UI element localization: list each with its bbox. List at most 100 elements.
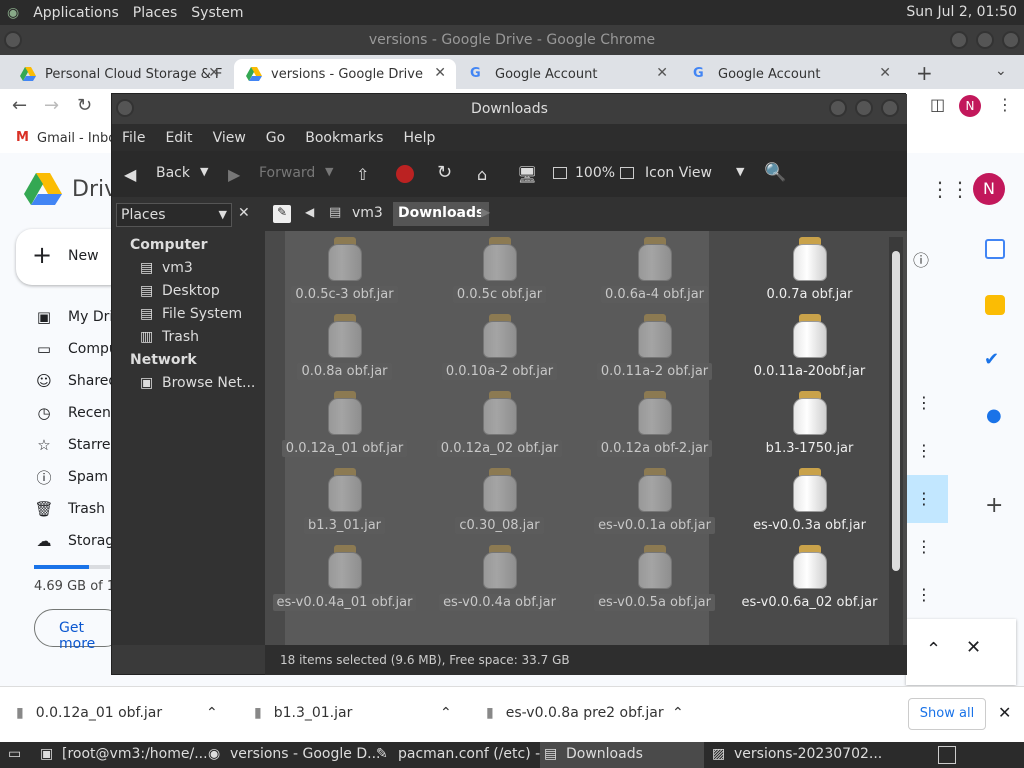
- back-icon[interactable]: ◀: [124, 165, 136, 184]
- stop-icon[interactable]: [396, 165, 414, 183]
- download-item[interactable]: ▮ b1.3_01.jar ⌃: [254, 705, 452, 721]
- sidebar-item-recent[interactable]: ◷ Recent: [0, 397, 116, 429]
- side-panel-icon[interactable]: ◫: [930, 95, 945, 114]
- view-mode-select[interactable]: Icon View: [645, 165, 712, 181]
- close-tab-icon[interactable]: ✕: [656, 65, 668, 81]
- taskbar-terminal[interactable]: [root@vm3:/home/...: [62, 746, 208, 762]
- file-item[interactable]: b1.3_01.jar: [267, 468, 422, 534]
- taskbar-downloads[interactable]: Downloads: [566, 746, 643, 762]
- drive-profile-avatar[interactable]: N: [973, 173, 1005, 205]
- minimize-button[interactable]: [950, 31, 968, 49]
- maximize-button[interactable]: [855, 99, 873, 117]
- file-item[interactable]: 0.0.11a-2 obf.jar: [577, 314, 732, 380]
- file-item[interactable]: 0.0.5c-3 obf.jar: [267, 237, 422, 303]
- show-desktop-icon[interactable]: ▭: [8, 746, 21, 762]
- sidebar-item-starred[interactable]: ☆ Starred: [0, 429, 119, 461]
- file-item[interactable]: b1.3-1750.jar: [732, 391, 887, 457]
- chevron-up-icon[interactable]: ⌃: [206, 705, 218, 721]
- taskbar-chrome[interactable]: versions - Google D...: [230, 746, 380, 762]
- apps-grid-icon[interactable]: ⋮⋮: [930, 177, 970, 201]
- close-sidebar-icon[interactable]: ✕: [238, 205, 250, 221]
- keep-icon[interactable]: [985, 295, 1005, 315]
- path-right-arrow-icon[interactable]: ▶: [481, 205, 490, 219]
- menu-edit[interactable]: Edit: [155, 130, 202, 146]
- zoom-in-icon[interactable]: [620, 167, 634, 179]
- chrome-menu-icon[interactable]: ⋮: [997, 95, 1013, 114]
- back-arrow-icon[interactable]: ←: [12, 95, 27, 116]
- file-item[interactable]: 0.0.10a-2 obf.jar: [422, 314, 577, 380]
- row-more-icon[interactable]: ⋮: [916, 537, 932, 556]
- scrollbar[interactable]: [889, 237, 903, 645]
- menu-help[interactable]: Help: [393, 130, 445, 146]
- tab-personal-cloud[interactable]: Personal Cloud Storage & F ✕: [8, 59, 230, 89]
- applications-menu[interactable]: Applications: [26, 5, 126, 21]
- profile-avatar[interactable]: N: [959, 95, 981, 117]
- expand-icon[interactable]: ⌃: [926, 639, 941, 660]
- reload-icon[interactable]: ↻: [437, 162, 452, 183]
- file-item[interactable]: es-v0.0.5a obf.jar: [577, 545, 732, 611]
- new-button[interactable]: + New: [16, 229, 126, 285]
- places-select[interactable]: Places ▼: [116, 203, 232, 227]
- download-item[interactable]: ▮ es-v0.0.8a pre2 obf.jar ⌃: [486, 705, 684, 721]
- back-history-icon[interactable]: ▼: [200, 165, 208, 178]
- chevron-up-icon[interactable]: ⌃: [440, 705, 452, 721]
- search-icon[interactable]: 🔍: [764, 162, 786, 183]
- back-button[interactable]: Back: [156, 165, 190, 181]
- close-icon[interactable]: ✕: [966, 637, 981, 658]
- file-item[interactable]: es-v0.0.1a obf.jar: [577, 468, 732, 534]
- sidebar-item-shared[interactable]: ☺ Shared: [0, 365, 117, 397]
- file-item[interactable]: es-v0.0.4a obf.jar: [422, 545, 577, 611]
- path-button-downloads[interactable]: Downloads: [393, 202, 490, 226]
- places-menu[interactable]: Places: [126, 5, 185, 21]
- view-dropdown-icon[interactable]: ▼: [736, 165, 744, 178]
- minimize-button[interactable]: [829, 99, 847, 117]
- close-tab-icon[interactable]: ✕: [208, 65, 220, 81]
- file-item[interactable]: 0.0.12a_01 obf.jar: [267, 391, 422, 457]
- file-item[interactable]: 0.0.11a-20obf.jar: [732, 314, 887, 380]
- file-item[interactable]: 0.0.12a_02 obf.jar: [422, 391, 577, 457]
- download-item[interactable]: ▮ 0.0.12a_01 obf.jar ⌃: [16, 705, 218, 721]
- path-left-arrow-icon[interactable]: ◀: [305, 205, 314, 219]
- sidebar-item-storage[interactable]: ☁ Storage: [0, 525, 123, 557]
- show-all-button[interactable]: Show all: [908, 698, 986, 730]
- tab-google-account[interactable]: G Google Account ✕: [458, 59, 678, 89]
- menu-go[interactable]: Go: [256, 130, 295, 146]
- system-menu[interactable]: System: [184, 5, 250, 21]
- row-more-icon[interactable]: ⋮: [916, 393, 932, 412]
- up-icon[interactable]: ⇧: [356, 165, 369, 184]
- tab-search-icon[interactable]: ⌄: [995, 63, 1007, 79]
- chevron-up-icon[interactable]: ⌃: [672, 705, 684, 721]
- path-button-vm3[interactable]: vm3: [352, 205, 383, 221]
- add-addon-icon[interactable]: +: [985, 493, 1003, 518]
- clock[interactable]: Sun Jul 2, 01:50: [906, 4, 1017, 20]
- close-window-button[interactable]: [1002, 31, 1020, 49]
- sidebar-item-spam[interactable]: ⓘ Spam: [0, 461, 108, 493]
- gnome-foot-icon[interactable]: ◉: [0, 5, 26, 21]
- row-more-icon[interactable]: ⋮: [916, 441, 932, 460]
- tab-google-account-2[interactable]: G Google Account ✕: [681, 59, 901, 89]
- forward-arrow-icon[interactable]: →: [44, 95, 59, 116]
- new-tab-button[interactable]: +: [916, 61, 933, 85]
- scrollbar-thumb[interactable]: [892, 251, 900, 571]
- file-item[interactable]: 0.0.12a obf-2.jar: [577, 391, 732, 457]
- taskbar-screenshot[interactable]: versions-20230702...: [734, 746, 882, 762]
- edit-location-icon[interactable]: ✎: [273, 205, 291, 223]
- close-window-button[interactable]: [881, 99, 899, 117]
- contacts-icon[interactable]: ●: [986, 405, 1002, 426]
- taskbar-editor[interactable]: pacman.conf (/etc) -...: [398, 746, 554, 762]
- close-tab-icon[interactable]: ✕: [434, 65, 446, 81]
- file-item[interactable]: 0.0.7a obf.jar: [732, 237, 887, 303]
- file-item[interactable]: c0.30_08.jar: [422, 468, 577, 534]
- menu-bookmarks[interactable]: Bookmarks: [295, 130, 393, 146]
- place-trash[interactable]: Trash: [162, 329, 199, 345]
- tab-versions[interactable]: versions - Google Drive ✕: [234, 59, 456, 89]
- place-browse-network[interactable]: Browse Net...: [162, 375, 255, 391]
- reload-icon[interactable]: ↻: [77, 95, 92, 116]
- sidebar-item-trash[interactable]: 🗑 Trash: [0, 493, 105, 525]
- file-item[interactable]: es-v0.0.6a_02 obf.jar: [732, 545, 887, 611]
- calendar-icon[interactable]: [985, 239, 1005, 259]
- bookmark-gmail[interactable]: Gmail - Inbo: [37, 131, 116, 146]
- workspace-switcher[interactable]: [938, 746, 956, 764]
- tasks-icon[interactable]: ✔: [984, 349, 999, 370]
- menu-view[interactable]: View: [203, 130, 256, 146]
